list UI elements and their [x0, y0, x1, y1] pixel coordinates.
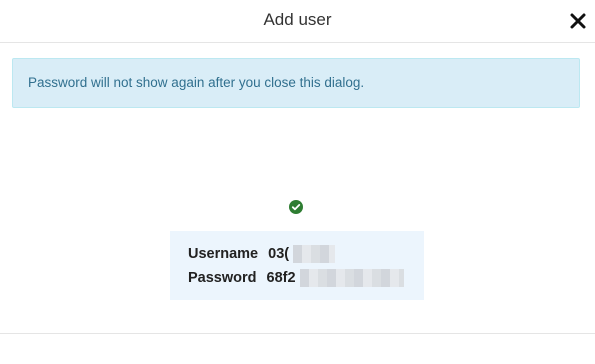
username-redaction	[293, 245, 336, 263]
close-button[interactable]	[569, 12, 587, 30]
info-alert: Password will not show again after you c…	[12, 58, 580, 108]
dialog-header: Add user	[0, 0, 595, 43]
password-row: Password 68f2	[188, 269, 404, 287]
dialog-title: Add user	[263, 10, 332, 29]
add-user-dialog: Add user Password will not show again af…	[0, 0, 595, 364]
username-row: Username 03(	[188, 245, 336, 263]
password-value: 68f2	[266, 269, 296, 286]
username-label: Username	[188, 245, 259, 262]
password-label: Password	[188, 269, 257, 286]
username-value: 03(	[268, 245, 290, 262]
alert-message: Password will not show again after you c…	[28, 75, 365, 90]
password-redaction	[299, 269, 404, 287]
check-circle-icon	[289, 200, 303, 214]
footer-divider	[0, 333, 595, 334]
close-icon	[570, 13, 586, 29]
credentials-box: Username 03( Password 68f2	[170, 231, 424, 300]
